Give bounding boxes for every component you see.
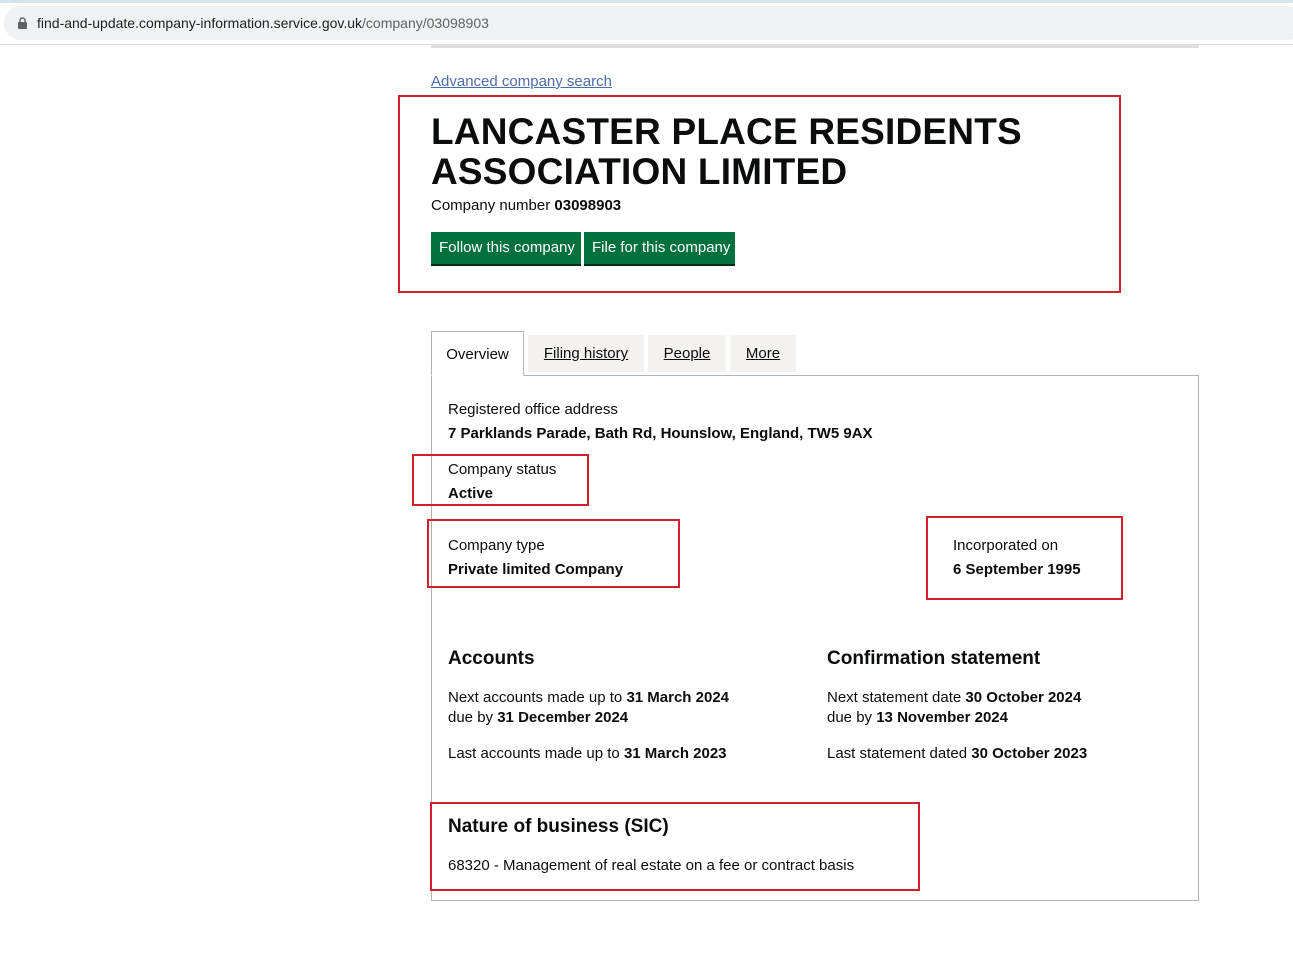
tab-more[interactable]: More	[730, 335, 796, 372]
company-type-label: Company type	[448, 537, 545, 554]
accounts-next-label: Next accounts made up to	[448, 689, 623, 706]
address-bar[interactable]: find-and-update.company-information.serv…	[4, 6, 1293, 40]
confirmation-next-statement: Next statement date 30 October 2024	[827, 689, 1081, 706]
confirmation-next-label: Next statement date	[827, 689, 962, 706]
accounts-due-label: due by	[448, 709, 494, 726]
accounts-next-made-up: Next accounts made up to 31 March 2024	[448, 689, 729, 706]
accounts-heading: Accounts	[448, 648, 535, 669]
company-name-heading: LANCASTER PLACE RESIDENTS ASSOCIATION LI…	[431, 111, 1022, 192]
confirmation-due-label: due by	[827, 709, 873, 726]
confirmation-last-statement: Last statement dated 30 October 2023	[827, 745, 1087, 762]
tab-filing-history[interactable]: Filing history	[528, 335, 644, 372]
confirmation-last-value: 30 October 2023	[971, 745, 1088, 762]
company-number-label: Company number	[431, 197, 551, 214]
incorporated-value: 6 September 1995	[953, 561, 1081, 578]
confirmation-next-value: 30 October 2024	[965, 689, 1082, 706]
accounts-last-label: Last accounts made up to	[448, 745, 620, 762]
accounts-due-value: 31 December 2024	[497, 709, 629, 726]
registered-office-label: Registered office address	[448, 401, 618, 418]
accounts-last-made-up: Last accounts made up to 31 March 2023	[448, 745, 727, 762]
file-for-company-button[interactable]: File for this company	[584, 232, 735, 264]
company-status-value: Active	[448, 485, 494, 502]
sic-heading: Nature of business (SIC)	[448, 816, 669, 837]
registered-office-value: 7 Parklands Parade, Bath Rd, Hounslow, E…	[448, 425, 873, 442]
url-text: find-and-update.company-information.serv…	[37, 15, 489, 31]
confirmation-last-label: Last statement dated	[827, 745, 968, 762]
sic-item: 68320 - Management of real estate on a f…	[448, 857, 855, 874]
confirmation-due-by: due by 13 November 2024	[827, 709, 1008, 726]
accounts-due-by: due by 31 December 2024	[448, 709, 628, 726]
lock-icon	[18, 17, 27, 29]
url-host: find-and-update.company-information.serv…	[37, 15, 363, 31]
header-divider	[431, 45, 1199, 48]
tab-overview[interactable]: Overview	[431, 331, 524, 376]
confirmation-due-value: 13 November 2024	[876, 709, 1008, 726]
incorporated-label: Incorporated on	[953, 537, 1059, 554]
accounts-next-value: 31 March 2024	[626, 689, 730, 706]
company-number: Company number 03098903	[431, 197, 621, 214]
tab-people[interactable]: People	[648, 335, 726, 372]
follow-company-button[interactable]: Follow this company	[431, 232, 581, 264]
url-path: /company/03098903	[362, 15, 489, 31]
browser-top-accent	[0, 0, 1293, 3]
accounts-last-value: 31 March 2023	[623, 745, 727, 762]
advanced-search-link[interactable]: Advanced company search	[431, 73, 612, 90]
confirmation-heading: Confirmation statement	[827, 648, 1041, 669]
company-type-value: Private limited Company	[448, 561, 624, 578]
company-number-value: 03098903	[554, 197, 622, 214]
company-status-label: Company status	[448, 461, 557, 478]
